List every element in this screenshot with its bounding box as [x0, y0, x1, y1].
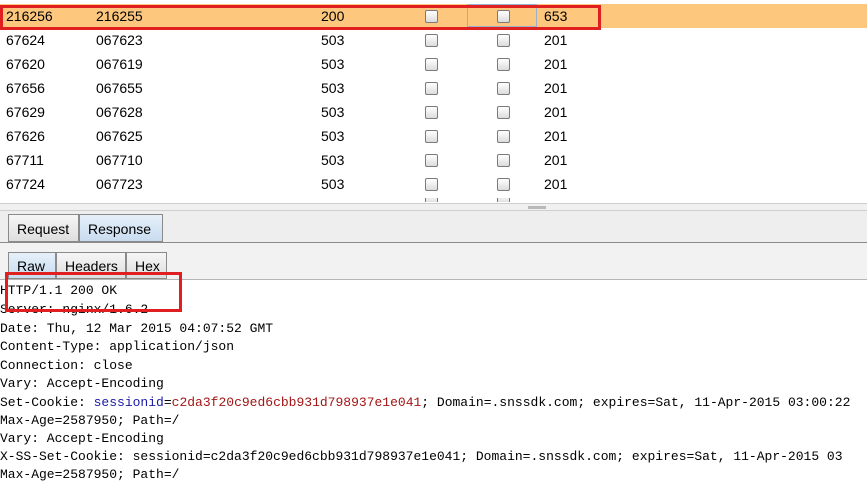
- error-checkbox[interactable]: [425, 106, 438, 119]
- status-cell: 503: [321, 104, 345, 120]
- payload-cell: 067623: [96, 32, 143, 48]
- highlight-box-selected-row: [0, 5, 601, 30]
- status-cell: 503: [321, 56, 345, 72]
- response-line: Max-Age=2587950; Path=/: [0, 413, 180, 428]
- status-cell: 503: [321, 32, 345, 48]
- timeout-checkbox[interactable]: [497, 58, 510, 71]
- request-cell: 67711: [6, 152, 44, 168]
- request-cell: 67629: [6, 104, 45, 120]
- response-line: Content-Type: application/json: [0, 339, 235, 354]
- payload-cell: 067628: [96, 104, 143, 120]
- response-line: X-SS-Set-Cookie: sessionid=c2da3f20c9ed6…: [0, 449, 843, 464]
- request-cell: 67656: [6, 80, 45, 96]
- table-row[interactable]: 67624 067623 503 201: [0, 28, 867, 52]
- status-cell: 503: [321, 152, 345, 168]
- cookie-name: sessionid: [93, 395, 164, 410]
- request-cell: 67724: [6, 176, 45, 192]
- table-row[interactable]: 67629 067628 503 201: [0, 100, 867, 124]
- timeout-checkbox[interactable]: [497, 130, 510, 143]
- cookie-attributes: ; Domain=.snssdk.com; expires=Sat, 11-Ap…: [421, 395, 851, 410]
- length-cell: 201: [544, 176, 568, 192]
- payload-cell: 067655: [96, 80, 143, 96]
- header-name: Set-Cookie:: [0, 395, 94, 410]
- payload-cell: 067625: [96, 128, 143, 144]
- timeout-checkbox[interactable]: [497, 178, 510, 191]
- request-cell: 67620: [6, 56, 45, 72]
- cookie-value: c2da3f20c9ed6cbb931d798937e1e041: [171, 395, 422, 410]
- table-row-partial: [0, 198, 867, 202]
- request-cell: 67624: [6, 32, 45, 48]
- results-table: 216256 216255 200 653 67624 067623 503 201 67620…: [0, 4, 867, 202]
- response-line: Connection: close: [0, 358, 133, 373]
- table-row[interactable]: 67724 067723 503 201: [0, 172, 867, 196]
- status-cell: 503: [321, 80, 345, 96]
- table-row[interactable]: 67626 067625 503 201: [0, 124, 867, 148]
- payload-cell: 067619: [96, 56, 143, 72]
- tab-response[interactable]: Response: [79, 214, 163, 242]
- pane-splitter[interactable]: [0, 203, 867, 211]
- tab-request[interactable]: Request: [8, 214, 79, 242]
- error-checkbox[interactable]: [425, 154, 438, 167]
- response-line: Date: Thu, 12 Mar 2015 04:07:52 GMT: [0, 321, 274, 336]
- length-cell: 201: [544, 104, 568, 120]
- status-cell: 503: [321, 128, 345, 144]
- timeout-checkbox[interactable]: [497, 34, 510, 47]
- table-row[interactable]: 67656 067655 503 201: [0, 76, 867, 100]
- response-line: Max-Age=2587950; Path=/: [0, 467, 180, 482]
- length-cell: 201: [544, 152, 568, 168]
- request-cell: 67626: [6, 128, 45, 144]
- table-row[interactable]: 67711 067710 503 201: [0, 148, 867, 172]
- main-tab-bar: Request Response: [0, 211, 867, 243]
- error-checkbox[interactable]: [425, 178, 438, 191]
- length-cell: 201: [544, 32, 568, 48]
- error-checkbox[interactable]: [425, 34, 438, 47]
- error-checkbox[interactable]: [425, 198, 438, 202]
- table-row[interactable]: 67620 067619 503 201: [0, 52, 867, 76]
- response-line: Vary: Accept-Encoding: [0, 431, 164, 446]
- status-cell: 503: [321, 176, 345, 192]
- response-line: Vary: Accept-Encoding: [0, 376, 164, 391]
- length-cell: 201: [544, 56, 568, 72]
- error-checkbox[interactable]: [425, 58, 438, 71]
- length-cell: 201: [544, 80, 568, 96]
- error-checkbox[interactable]: [425, 82, 438, 95]
- highlight-box-status-line: [5, 272, 182, 312]
- timeout-checkbox[interactable]: [497, 154, 510, 167]
- cookie-equals: =: [163, 395, 172, 410]
- response-line-set-cookie: Set-Cookie: sessionid=c2da3f20c9ed6cbb93…: [0, 394, 850, 412]
- payload-cell: 067710: [96, 152, 143, 168]
- timeout-checkbox[interactable]: [497, 82, 510, 95]
- length-cell: 201: [544, 128, 568, 144]
- payload-cell: 067723: [96, 176, 143, 192]
- timeout-checkbox[interactable]: [497, 198, 510, 202]
- timeout-checkbox[interactable]: [497, 106, 510, 119]
- splitter-handle[interactable]: [528, 206, 546, 209]
- error-checkbox[interactable]: [425, 130, 438, 143]
